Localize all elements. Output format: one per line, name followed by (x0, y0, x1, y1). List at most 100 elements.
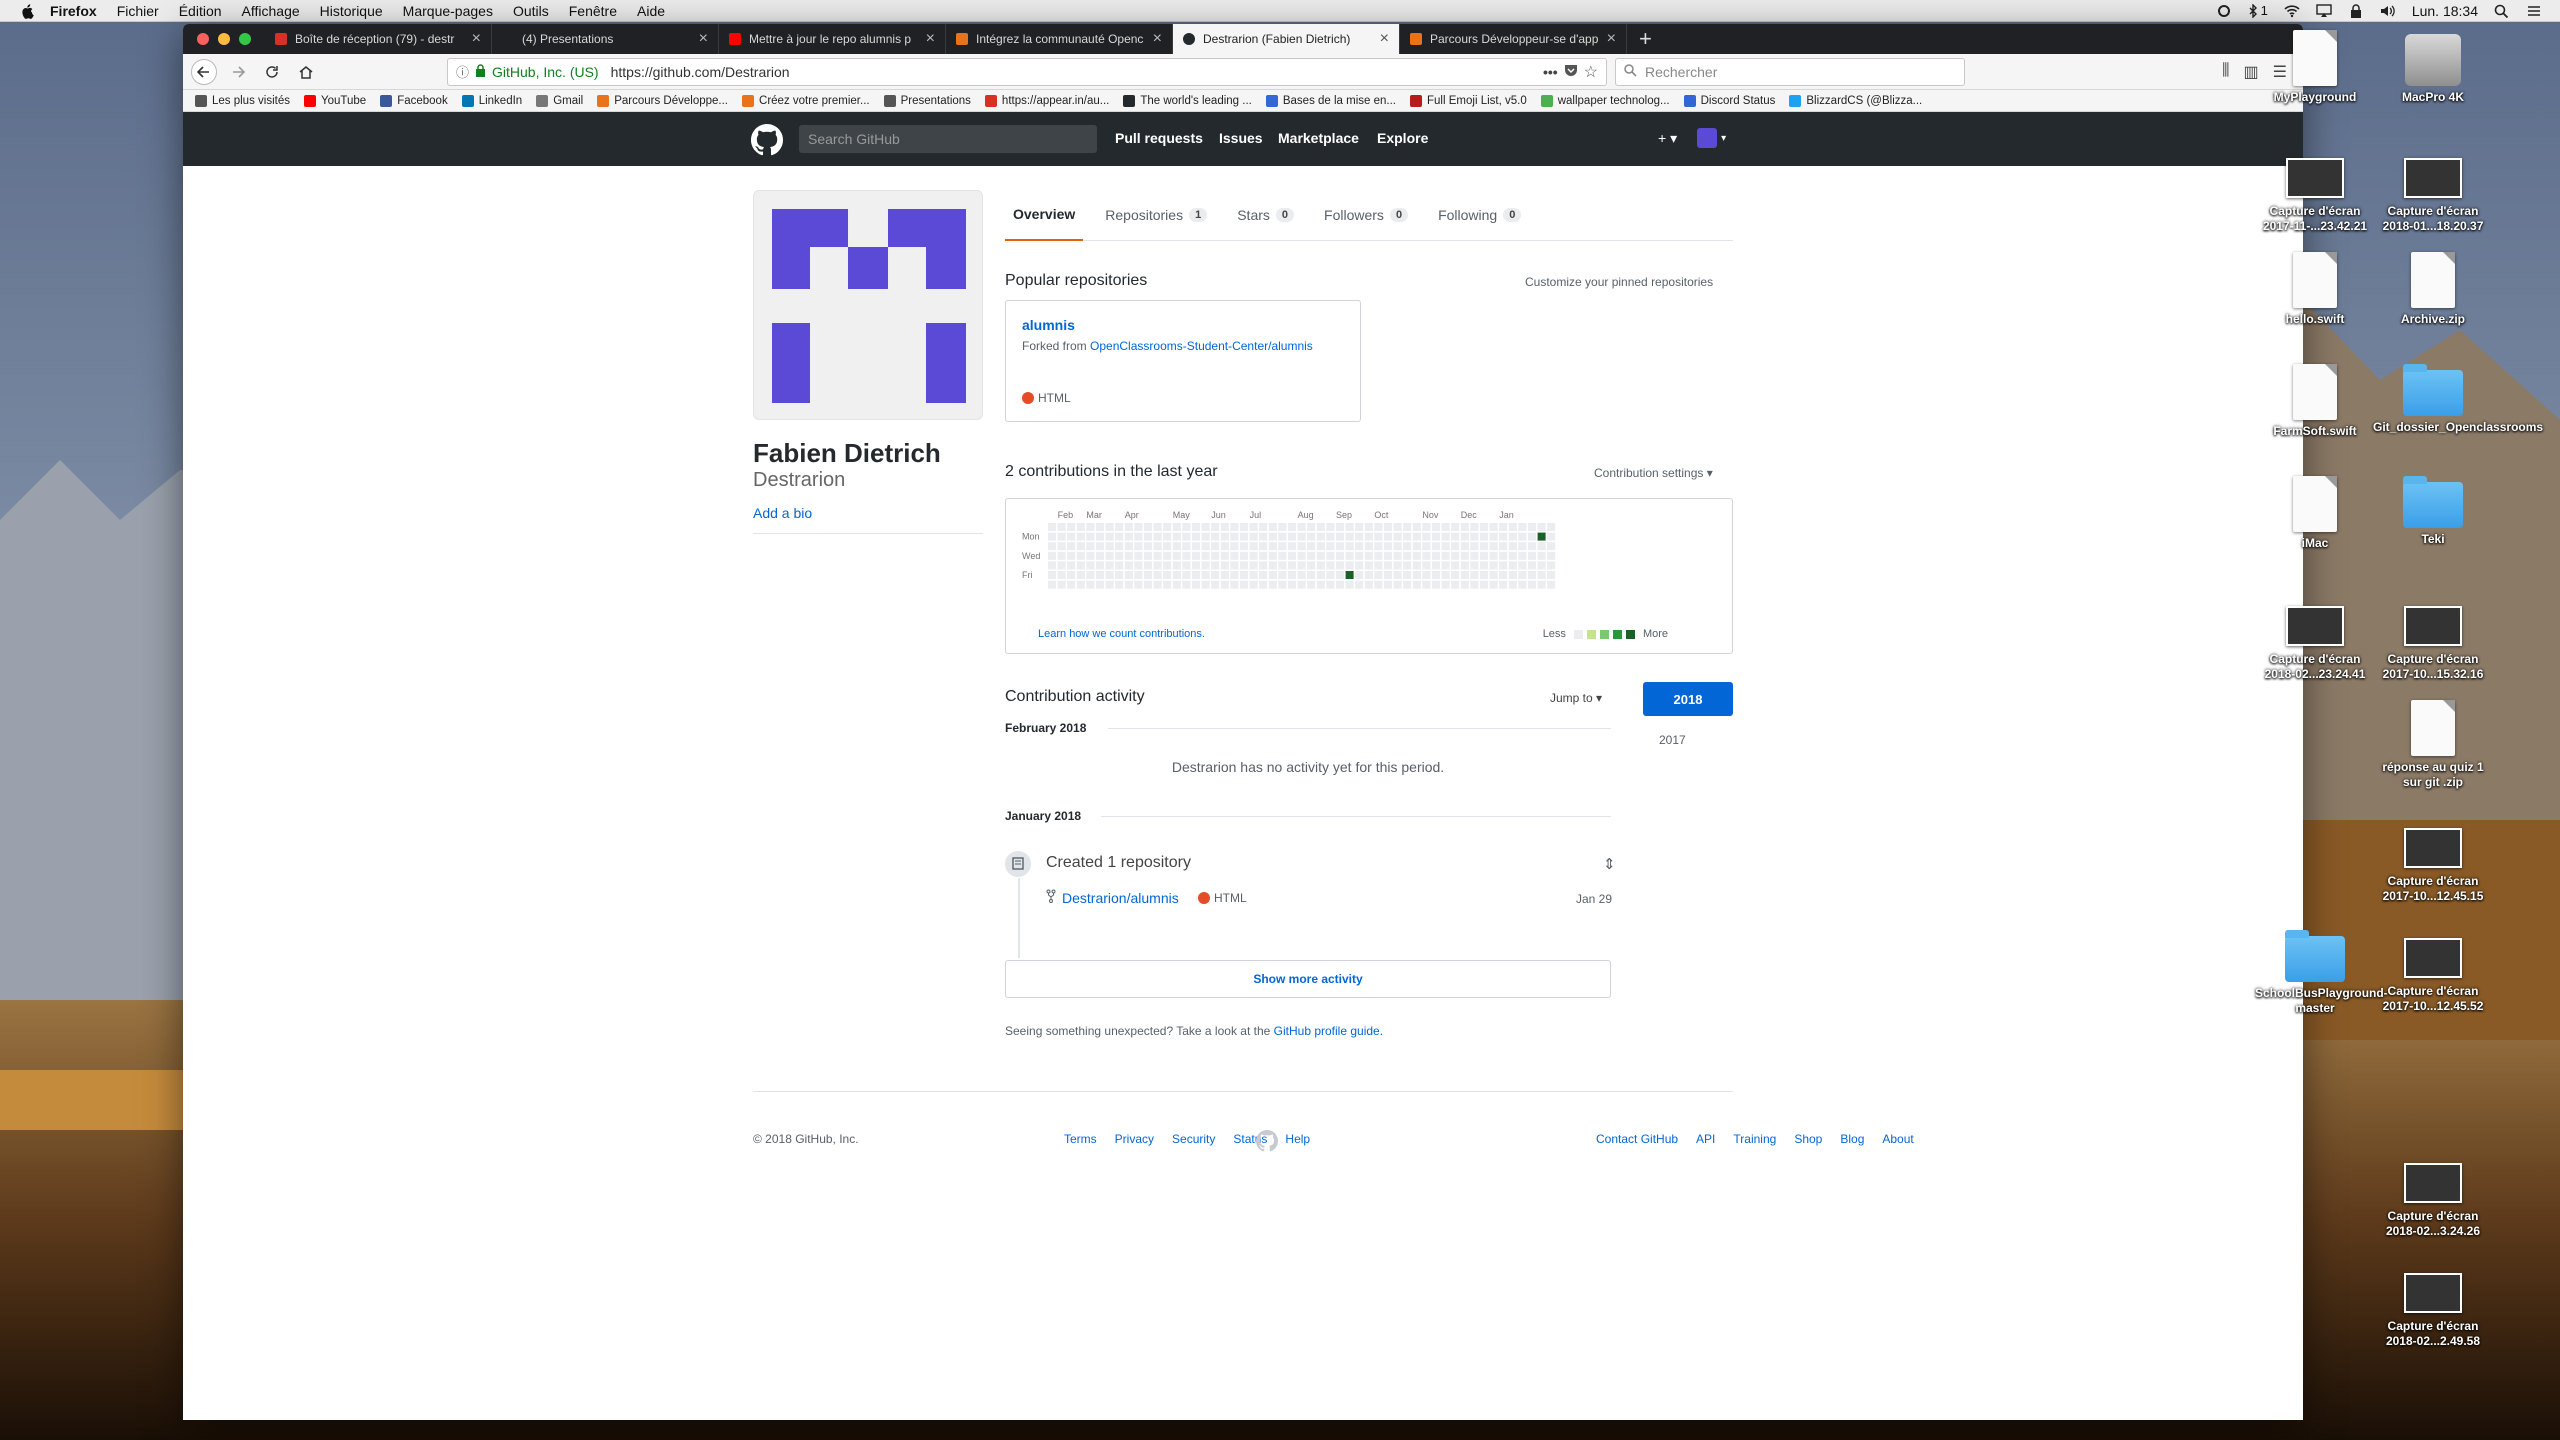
contribution-day-cell[interactable] (1259, 523, 1268, 531)
contribution-day-cell[interactable] (1086, 571, 1095, 579)
contribution-day-cell[interactable] (1278, 561, 1287, 570)
contribution-day-cell[interactable] (1288, 532, 1296, 541)
contribution-day-cell[interactable] (1086, 542, 1095, 551)
info-icon[interactable]: ⓘ (456, 62, 469, 81)
contribution-day-cell[interactable] (1220, 532, 1229, 541)
bookmark-item[interactable]: Full Emoji List, v5.0 (1410, 94, 1527, 107)
contribution-day-cell[interactable] (1547, 551, 1556, 560)
contribution-day-cell[interactable] (1278, 551, 1287, 560)
contribution-day-cell[interactable] (1432, 523, 1440, 531)
contribution-day-cell[interactable] (1518, 561, 1527, 570)
bookmark-item[interactable]: Discord Status (1683, 94, 1775, 107)
contribution-day-cell[interactable] (1489, 551, 1498, 560)
contribution-day-cell[interactable] (1096, 580, 1104, 589)
menu-affichage[interactable]: Affichage (242, 3, 300, 19)
contribution-day-cell[interactable] (1048, 532, 1056, 541)
contribution-day-cell[interactable] (1393, 571, 1402, 579)
contribution-day-cell[interactable] (1192, 551, 1200, 560)
desktop-icon-shot[interactable]: Capture d'écran 2017-10...15.32.16 (2373, 598, 2493, 682)
contribution-day-cell[interactable] (1297, 542, 1306, 551)
contribution-day-cell[interactable] (1355, 580, 1364, 589)
contribution-day-cell[interactable] (1192, 542, 1200, 551)
contribution-day-cell[interactable] (1192, 561, 1200, 570)
footer-link-security[interactable]: Security (1172, 1132, 1215, 1146)
desktop-icon-doc[interactable]: FarmSoft.swift (2255, 364, 2375, 439)
contribution-day-cell[interactable] (1412, 551, 1421, 560)
menu-firefox[interactable]: Firefox (50, 3, 97, 19)
contribution-day-cell[interactable] (1393, 580, 1402, 589)
desktop-icon-shot[interactable]: Capture d'écran 2018-02...3.24.26 (2373, 1155, 2493, 1239)
tab-repositories[interactable]: Repositories 1 (1097, 190, 1215, 241)
contribution-day-cell[interactable] (1441, 523, 1450, 531)
profile-guide-link[interactable]: GitHub profile guide. (1274, 1024, 1383, 1038)
contribution-day-cell[interactable] (1451, 571, 1460, 579)
contribution-day-cell[interactable] (1105, 551, 1114, 560)
contribution-day-cell[interactable] (1336, 542, 1344, 551)
contribution-day-cell[interactable] (1547, 561, 1556, 570)
contribution-day-cell[interactable] (1364, 580, 1373, 589)
contribution-day-cell[interactable] (1432, 542, 1440, 551)
contribution-day-cell[interactable] (1105, 561, 1114, 570)
contribution-day-cell[interactable] (1422, 542, 1431, 551)
contribution-day-cell[interactable] (1355, 571, 1364, 579)
contribution-day-cell[interactable] (1124, 532, 1133, 541)
contribution-day-cell[interactable] (1134, 523, 1143, 531)
url-bar[interactable]: ⓘ GitHub, Inc. (US) https://github.com/D… (447, 57, 1607, 86)
library-icon[interactable]: ⫼ (2222, 62, 2229, 82)
contribution-day-cell[interactable] (1537, 580, 1546, 589)
contribution-day-cell[interactable] (1499, 580, 1508, 589)
contribution-day-cell[interactable] (1355, 523, 1364, 531)
contribution-day-cell[interactable] (1220, 523, 1229, 531)
contribution-day-cell[interactable] (1163, 523, 1172, 531)
contribution-day-cell[interactable] (1096, 542, 1104, 551)
created-repo-link[interactable]: Destrarion/alumnis (1062, 890, 1179, 906)
contribution-day-cell[interactable] (1144, 523, 1152, 531)
contribution-day-cell[interactable] (1403, 571, 1412, 579)
contribution-day-cell[interactable] (1144, 561, 1152, 570)
contribution-day-cell[interactable] (1518, 532, 1527, 541)
contribution-day-cell[interactable] (1451, 551, 1460, 560)
contribution-day-cell[interactable] (1547, 571, 1556, 579)
contribution-day-cell[interactable] (1470, 551, 1479, 560)
contribution-day-cell[interactable] (1307, 571, 1316, 579)
contribution-day-cell[interactable] (1288, 561, 1296, 570)
contribution-day-cell[interactable] (1134, 580, 1143, 589)
contribution-day-cell[interactable] (1249, 580, 1258, 589)
contribution-day-cell[interactable] (1163, 561, 1172, 570)
contribution-day-cell[interactable] (1144, 551, 1152, 560)
fork-source-link[interactable]: OpenClassrooms-Student-Center/alumnis (1090, 339, 1313, 353)
tab-stars[interactable]: Stars 0 (1229, 190, 1302, 241)
contribution-day-cell[interactable] (1076, 542, 1085, 551)
contribution-day-cell[interactable] (1470, 561, 1479, 570)
contribution-day-cell[interactable] (1422, 551, 1431, 560)
contribution-day-cell[interactable] (1076, 532, 1085, 541)
footer-link-about[interactable]: About (1882, 1132, 1913, 1146)
contribution-day-cell[interactable] (1240, 542, 1248, 551)
contribution-day-cell[interactable] (1105, 532, 1114, 541)
contribution-day-cell[interactable] (1172, 580, 1181, 589)
contribution-day-cell[interactable] (1096, 551, 1104, 560)
contribution-day-cell[interactable] (1403, 551, 1412, 560)
contribution-day-cell[interactable] (1086, 551, 1095, 560)
contribution-day-cell[interactable] (1393, 532, 1402, 541)
contribution-day-cell[interactable] (1144, 580, 1152, 589)
contribution-day-cell[interactable] (1057, 561, 1066, 570)
contribution-day-cell[interactable] (1345, 542, 1354, 551)
year-2018-button[interactable]: 2018 (1643, 682, 1733, 716)
contribution-day-cell[interactable] (1460, 571, 1469, 579)
create-new-dropdown[interactable]: + ▾ (1658, 130, 1677, 147)
bookmark-item[interactable]: LinkedIn (461, 94, 522, 107)
contribution-day-cell[interactable] (1374, 571, 1383, 579)
github-mark-icon[interactable] (1256, 1130, 1278, 1157)
contribution-day-cell[interactable] (1537, 571, 1546, 579)
contribution-day-cell[interactable] (1307, 551, 1316, 560)
contribution-day-cell[interactable] (1403, 561, 1412, 570)
contribution-day-cell[interactable] (1355, 542, 1364, 551)
contribution-day-cell[interactable] (1422, 571, 1431, 579)
contribution-day-cell[interactable] (1172, 523, 1181, 531)
contribution-day-cell[interactable] (1268, 532, 1277, 541)
contribution-day-cell[interactable] (1086, 532, 1095, 541)
contribution-day-cell[interactable] (1393, 542, 1402, 551)
contribution-day-cell[interactable] (1547, 542, 1556, 551)
contribution-day-cell[interactable] (1076, 571, 1085, 579)
